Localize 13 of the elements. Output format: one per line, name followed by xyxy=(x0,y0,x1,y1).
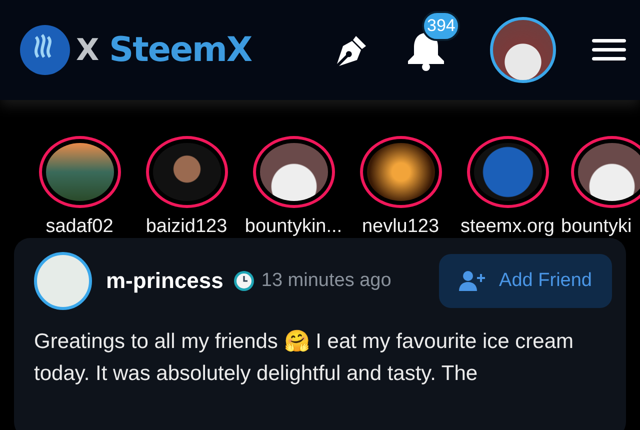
story-username[interactable]: bountykin... xyxy=(244,216,342,238)
post-time: 13 minutes ago xyxy=(261,270,392,292)
logo-text: SteemX xyxy=(109,30,252,70)
author-name[interactable]: m-princess xyxy=(106,268,224,294)
story-username[interactable]: steemx.org xyxy=(460,216,554,238)
story-username[interactable]: sadaf02 xyxy=(46,216,114,238)
notification-badge: 394 xyxy=(422,11,460,41)
post-text: Greatings to all my friends 🤗 I eat my favourite ice cream today. It was absolutely delightful and tasty. The xyxy=(34,329,575,387)
story-username[interactable]: nevlu123 xyxy=(362,216,440,238)
story-username[interactable]: bountyki xyxy=(561,216,632,238)
logo-letter: X xyxy=(76,32,100,68)
add-friend-button[interactable]: Add Friend xyxy=(439,254,612,308)
story-username[interactable]: baizid123 xyxy=(146,216,228,238)
